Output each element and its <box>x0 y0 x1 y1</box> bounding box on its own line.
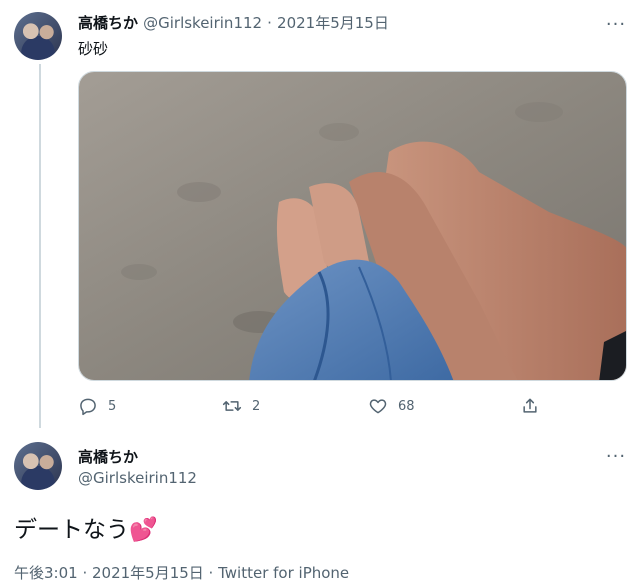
share-button[interactable] <box>520 394 540 418</box>
author-handle[interactable]: @Girlskeirin112 <box>78 469 197 487</box>
tweet-text: 砂砂 <box>78 40 109 58</box>
retweet-button[interactable]: 2 <box>222 394 260 418</box>
more-options-icon[interactable]: ··· <box>604 444 628 468</box>
author-name[interactable]: 高橋ちか <box>78 14 138 32</box>
tweet-timestamp[interactable]: 午後3:01 · 2021年5月15日 · Twitter for iPhone <box>14 562 349 583</box>
two-hearts-emoji: 💕 <box>129 517 158 543</box>
thread-connector-line <box>39 64 41 428</box>
reply-count: 5 <box>108 398 117 414</box>
avatar[interactable] <box>14 442 62 490</box>
tweet-date[interactable]: 2021年5月15日 <box>277 14 389 32</box>
retweet-count: 2 <box>252 398 261 414</box>
author-name[interactable]: 高橋ちか <box>78 446 138 467</box>
reply-button[interactable]: 5 <box>78 394 116 418</box>
tweet-photo[interactable] <box>78 71 627 381</box>
beach-photo-icon <box>79 72 626 380</box>
avatar[interactable] <box>14 12 62 60</box>
heart-icon <box>369 399 387 414</box>
reply-icon <box>80 398 96 416</box>
author-handle[interactable]: @Girlskeirin112 <box>143 14 262 32</box>
tweet-body: デートなう💕 <box>14 510 158 544</box>
share-icon <box>523 398 537 413</box>
more-options-icon[interactable]: ··· <box>604 12 628 36</box>
header-separator: · <box>267 14 272 32</box>
tweet-text: デートなう <box>14 517 129 543</box>
like-button[interactable]: 68 <box>368 394 415 418</box>
tweet-header: 高橋ちか @Girlskeirin112 · 2021年5月15日 <box>78 12 389 33</box>
like-count: 68 <box>398 398 415 414</box>
retweet-icon <box>222 401 242 411</box>
